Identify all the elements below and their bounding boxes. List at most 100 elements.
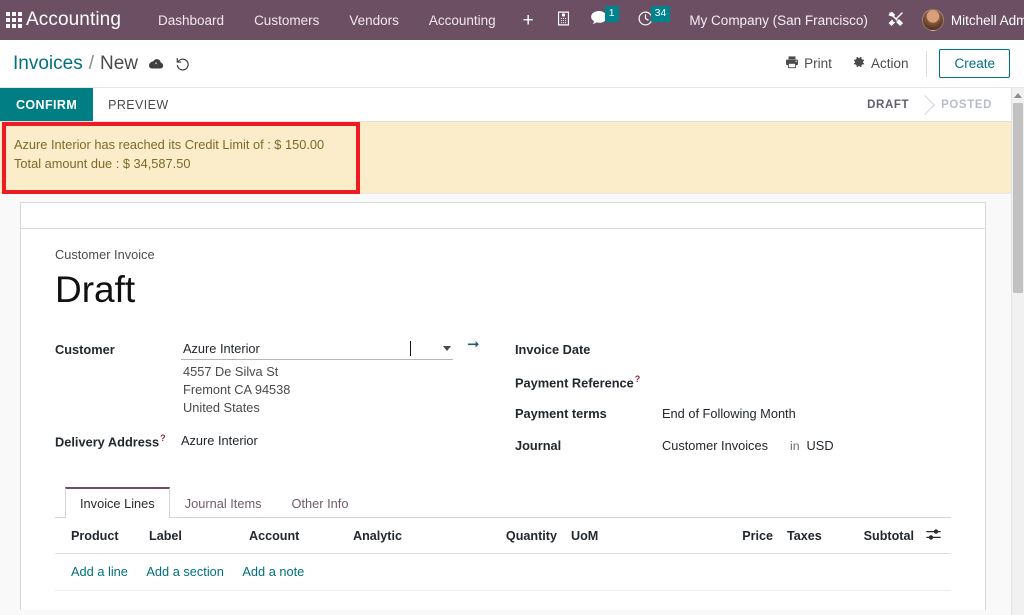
status-bar-buttons: CONFIRM PREVIEW [0, 88, 184, 121]
customer-label: Customer [55, 342, 115, 357]
status-pipeline: DRAFT POSTED [849, 88, 1024, 121]
action-button[interactable]: Action [842, 50, 919, 77]
menu-item-customers[interactable]: Customers [239, 0, 334, 40]
address-line-2: Fremont CA 94538 [183, 382, 291, 397]
payment-reference-label-text: Payment Reference [515, 375, 634, 391]
messages-badge: 1 [604, 6, 619, 22]
add-controls-cell: Add a line Add a section Add a note [55, 553, 951, 591]
invoice-lines-body: Add a line Add a section Add a note [55, 553, 951, 591]
breadcrumb-invoices[interactable]: Invoices [13, 53, 83, 75]
cloud-save-icon[interactable] [149, 57, 164, 70]
app-brand-accounting[interactable]: Accounting [22, 9, 127, 31]
status-stage-posted[interactable]: POSTED [923, 88, 1006, 121]
delivery-address-label: Delivery Address? [55, 429, 181, 449]
confirm-button[interactable]: CONFIRM [0, 88, 94, 121]
warning-line-total-due: Total amount due : $ 34,587.50 [14, 156, 191, 171]
scroll-up-arrow-icon[interactable] [1012, 88, 1024, 103]
delivery-address-value[interactable]: Azure Interior [181, 429, 258, 448]
invoice-notebook: Invoice Lines Journal Items Other Info P… [55, 486, 951, 591]
column-header-uom[interactable]: UoM [563, 518, 683, 554]
customer-input[interactable] [181, 338, 413, 359]
form-column-right: Invoice Date Payment Reference? Payment … [507, 338, 951, 464]
status-stage-draft[interactable]: DRAFT [849, 88, 924, 121]
help-tooltip-icon[interactable]: ? [635, 374, 641, 384]
apps-menu-button[interactable] [0, 12, 22, 28]
column-header-taxes[interactable]: Taxes [779, 518, 841, 554]
help-tooltip-icon[interactable]: ? [160, 433, 166, 443]
toolbar-divider [926, 50, 928, 77]
user-menu[interactable]: Mitchell Admin [914, 9, 1024, 31]
plus-icon[interactable]: + [511, 11, 546, 30]
warning-line-credit-limit: Azure Interior has reached its Credit Li… [14, 137, 325, 152]
phone-button[interactable] [546, 0, 581, 40]
journal-currency[interactable]: USD [807, 438, 834, 453]
add-a-note-link[interactable]: Add a note [242, 564, 304, 579]
page-title: Draft [55, 269, 136, 310]
create-button[interactable]: Create [939, 49, 1010, 78]
print-label: Print [804, 56, 832, 71]
journal-value[interactable]: Customer Invoices [662, 438, 768, 453]
delivery-address-label-text: Delivery Address [55, 434, 160, 450]
invoice-date-label: Invoice Date [515, 342, 591, 357]
journal-in-word: in [789, 439, 800, 453]
column-header-label[interactable]: Label [143, 518, 243, 554]
chevron-down-icon[interactable] [443, 346, 451, 351]
print-button[interactable]: Print [775, 50, 842, 77]
gear-icon [852, 55, 866, 72]
field-row-payment-terms: Payment terms End of Following Month [515, 402, 951, 428]
odoo-accounting-app: Accounting Dashboard Customers Vendors A… [0, 0, 1024, 615]
customer-input-group[interactable] [181, 338, 453, 360]
form-column-left: Customer 4557 De Silva St Fremont CA 945… [55, 337, 507, 464]
breadcrumb: Invoices / New [13, 53, 138, 75]
tools-icon [887, 10, 905, 31]
menu-item-accounting[interactable]: Accounting [414, 0, 511, 40]
developer-tools-button[interactable] [878, 0, 914, 40]
column-header-analytic[interactable]: Analytic [347, 518, 467, 554]
field-row-delivery-address: Delivery Address? Azure Interior [55, 429, 507, 455]
add-a-section-link[interactable]: Add a section [146, 564, 224, 579]
add-a-line-link[interactable]: Add a line [71, 564, 128, 579]
invoice-lines-header: Product Label Account Analytic Quantity … [55, 518, 951, 554]
payment-terms-label: Payment terms [515, 406, 607, 421]
address-line-3: United States [183, 400, 260, 415]
column-header-price[interactable]: Price [683, 518, 779, 554]
internal-link-arrow-icon[interactable]: ➞ [467, 337, 480, 352]
control-panel-right-actions: Print Action Create [775, 49, 1010, 78]
record-save-discard-actions [149, 57, 190, 71]
column-header-subtotal[interactable]: Subtotal [840, 518, 920, 554]
tab-invoice-lines[interactable]: Invoice Lines [65, 487, 170, 518]
form-subtitle: Customer Invoice [55, 247, 155, 262]
preview-button[interactable]: PREVIEW [93, 88, 183, 121]
form-columns: Customer 4557 De Silva St Fremont CA 945… [55, 337, 951, 464]
notebook-tabs: Invoice Lines Journal Items Other Info [55, 486, 951, 518]
apps-grid-icon [6, 12, 22, 28]
activities-button[interactable]: 34 [628, 0, 680, 40]
payment-terms-value[interactable]: End of Following Month [662, 402, 796, 421]
control-panel-breadcrumb-row: Invoices / New Print Action Create [0, 40, 1024, 88]
navbar-right-systray: 1 34 My Company (San Francisco) Mitchell… [546, 0, 1024, 40]
text-cursor [410, 341, 411, 356]
phone-icon [555, 10, 572, 30]
discard-undo-icon[interactable] [175, 57, 190, 71]
menu-item-dashboard[interactable]: Dashboard [143, 0, 239, 40]
tab-journal-items[interactable]: Journal Items [170, 487, 277, 518]
company-switcher[interactable]: My Company (San Francisco) [679, 13, 878, 28]
page-scrollbar[interactable] [1011, 88, 1024, 615]
form-sheet-wrapper: Customer Invoice Draft Customer Azure In… [0, 194, 1024, 610]
scrollbar-thumb[interactable] [1013, 103, 1023, 293]
main-menu: Dashboard Customers Vendors Accounting + [143, 0, 546, 40]
column-header-quantity[interactable]: Quantity [467, 518, 563, 554]
messages-button[interactable]: 1 [581, 0, 628, 40]
journal-label: Journal [515, 438, 562, 453]
tab-other-info[interactable]: Other Info [277, 487, 364, 518]
field-row-customer: Customer 4557 De Silva St Fremont CA 945… [55, 337, 507, 417]
menu-item-vendors[interactable]: Vendors [334, 0, 414, 40]
invoice-lines-table: Product Label Account Analytic Quantity … [55, 518, 951, 591]
credit-limit-warning-banner: Azure Interior has reached its Credit Li… [0, 122, 1024, 194]
action-label: Action [870, 56, 909, 71]
column-header-account[interactable]: Account [243, 518, 347, 554]
field-row-journal: Journal Customer Invoices in USD [515, 434, 951, 460]
column-header-product[interactable]: Product [55, 518, 143, 554]
form-status-bar: CONFIRM PREVIEW DRAFT POSTED [0, 88, 1024, 122]
column-options-button[interactable] [920, 518, 951, 554]
